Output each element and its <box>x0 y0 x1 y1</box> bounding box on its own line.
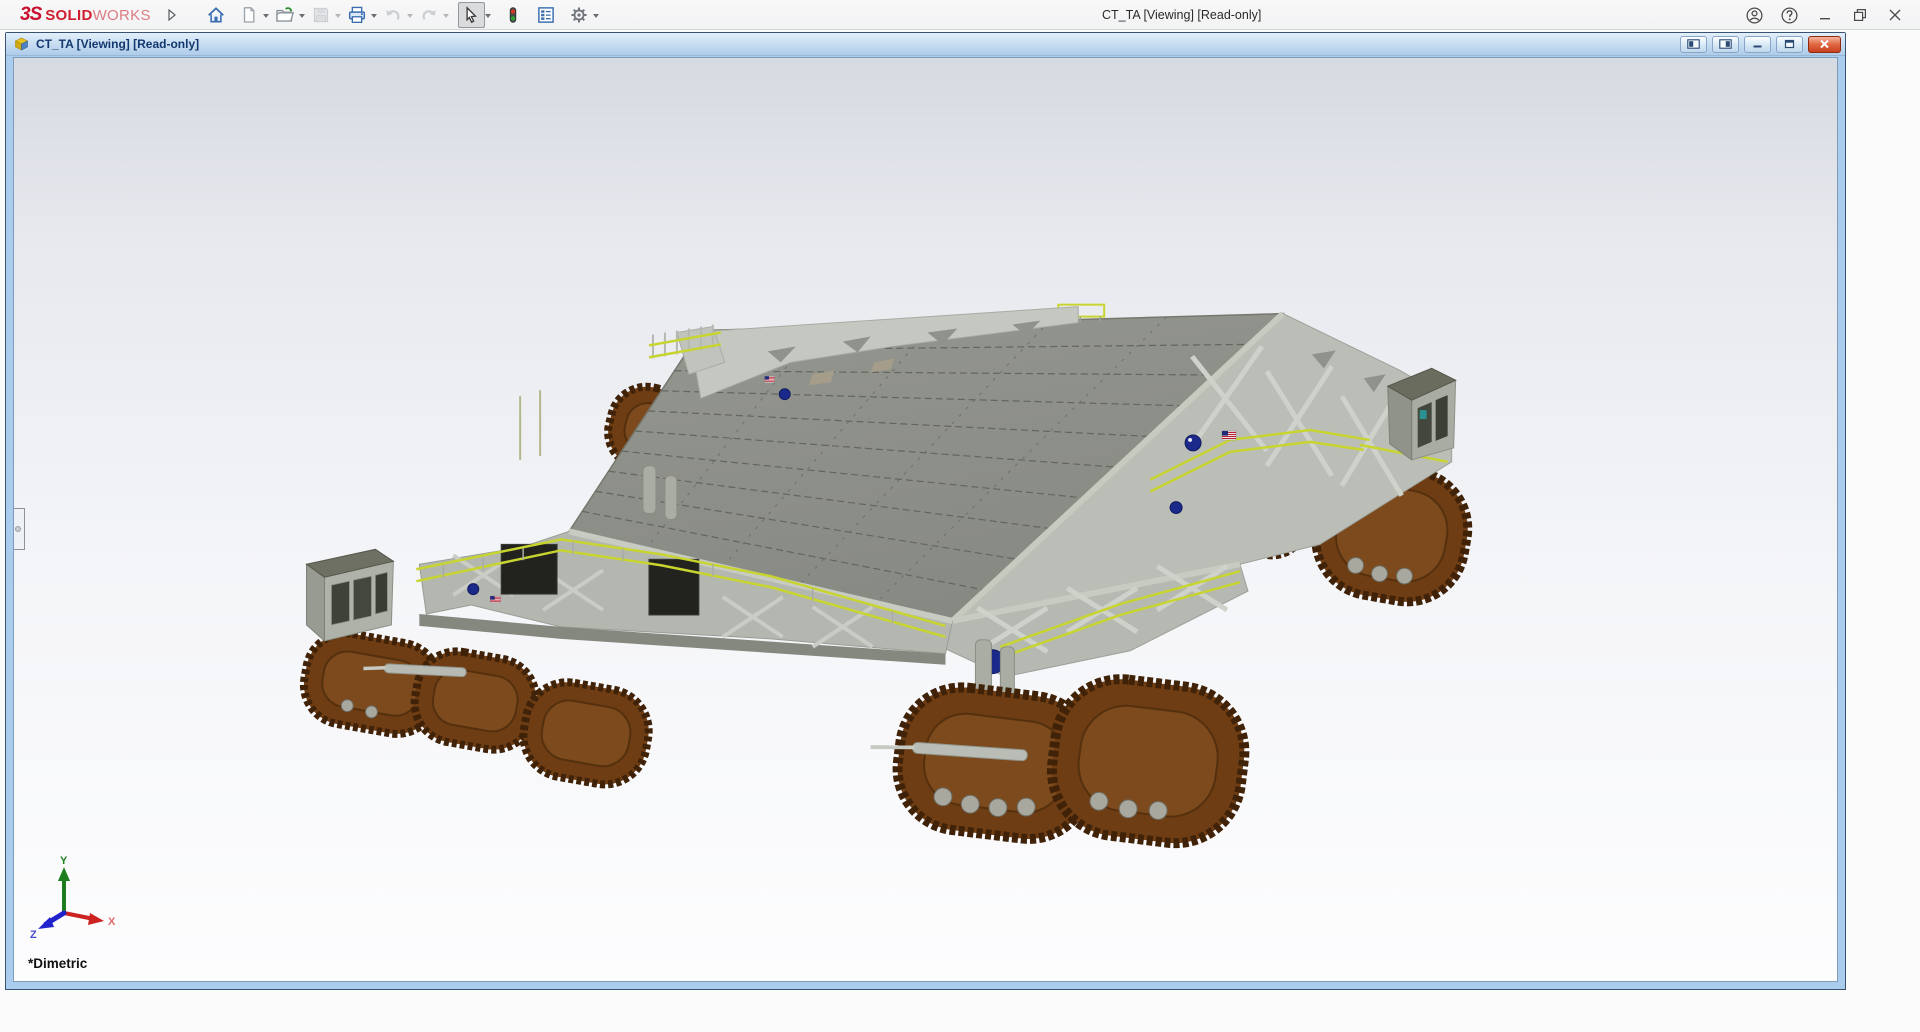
doc-restore-button[interactable] <box>1776 35 1803 53</box>
right-cab <box>1386 367 1457 461</box>
save-button[interactable] <box>308 2 335 28</box>
folder-open-icon <box>276 6 295 22</box>
left-cab <box>305 548 395 642</box>
track-bottom-center <box>870 674 1250 849</box>
restore-button[interactable] <box>1842 0 1877 30</box>
stoplight-icon <box>510 6 517 23</box>
save-dropdown[interactable] <box>334 13 341 21</box>
options-dropdown[interactable] <box>592 13 599 21</box>
triad-y-label: Y <box>60 855 68 867</box>
redo-arrow-icon <box>422 9 436 20</box>
nasa-logo-decal <box>1169 501 1183 515</box>
doc-minimize-button[interactable] <box>1744 35 1771 53</box>
graphics-viewport[interactable]: Y X Z *Dimetric <box>14 58 1837 981</box>
account-button[interactable] <box>1737 0 1772 30</box>
nasa-logo-decal <box>467 583 480 596</box>
gear-icon <box>571 6 587 23</box>
minimize-button[interactable] <box>1807 0 1842 30</box>
app-window-title: CT_TA [Viewing] [Read-only] <box>1102 8 1262 22</box>
new-document-button[interactable] <box>236 2 263 28</box>
triad-x-label: X <box>108 916 116 928</box>
triad-z-label: Z <box>30 929 37 939</box>
crawler-transporter-model <box>299 303 1473 849</box>
home-icon <box>208 6 225 22</box>
close-icon <box>1889 9 1900 21</box>
track-lower-left <box>299 629 653 789</box>
redo-dropdown[interactable] <box>442 13 449 21</box>
mdi-workspace: CT_TA [Viewing] [Read-only] Y X Z *Dimet… <box>0 30 1920 1032</box>
assembly-document-icon <box>14 37 29 51</box>
us-flag-decal <box>764 375 775 383</box>
account-icon <box>1746 6 1763 24</box>
pane-split-left-button[interactable] <box>1680 35 1707 53</box>
help-icon <box>1781 6 1798 24</box>
app-titlebar: 3S SOLID WORKS CT_TA [Viewing] [Read-onl… <box>0 0 1920 30</box>
us-flag-decal <box>1221 430 1237 441</box>
nasa-logo-decal <box>778 388 791 401</box>
doc-restore-icon <box>1784 39 1795 49</box>
floppy-icon <box>314 7 329 22</box>
chevron-right-icon <box>168 8 176 21</box>
select-tool-button[interactable] <box>457 1 485 28</box>
select-tool-dropdown[interactable] <box>484 13 491 21</box>
undo-button[interactable] <box>380 2 407 28</box>
pane-split-left-icon <box>1687 39 1700 49</box>
document-window: CT_TA [Viewing] [Read-only] Y X Z *Dimet… <box>5 32 1846 990</box>
view-orientation-label: *Dimetric <box>28 956 88 971</box>
help-button[interactable] <box>1772 0 1807 30</box>
orientation-triad[interactable]: Y X Z <box>30 855 126 939</box>
menu-flyout-button[interactable] <box>165 5 179 25</box>
document-title: CT_TA [Viewing] [Read-only] <box>36 37 200 51</box>
close-button[interactable] <box>1877 0 1912 30</box>
document-body: Y X Z *Dimetric <box>13 57 1838 982</box>
minimize-icon <box>1819 18 1830 20</box>
home-button[interactable] <box>203 2 230 28</box>
print-button[interactable] <box>344 2 371 28</box>
undo-dropdown[interactable] <box>406 13 413 21</box>
report-icon <box>538 6 555 23</box>
main-toolbar <box>203 1 602 28</box>
report-pane-button[interactable] <box>533 2 560 28</box>
doc-minimize-icon <box>1753 45 1762 48</box>
antenna-masts <box>519 390 542 460</box>
open-button[interactable] <box>272 2 299 28</box>
doc-close-button[interactable] <box>1808 35 1841 53</box>
brand-text-light: WORKS <box>92 6 151 24</box>
printer-icon <box>349 6 366 23</box>
redo-button[interactable] <box>416 2 443 28</box>
pane-handle-dot <box>15 526 21 532</box>
app-window-controls <box>1737 0 1920 30</box>
document-titlebar[interactable]: CT_TA [Viewing] [Read-only] <box>6 33 1845 56</box>
restore-icon <box>1853 8 1866 22</box>
file-new-icon <box>244 6 255 23</box>
cursor-arrow-icon <box>466 5 478 23</box>
open-dropdown[interactable] <box>298 13 305 21</box>
pane-split-right-button[interactable] <box>1712 35 1739 53</box>
new-document-dropdown[interactable] <box>262 13 269 21</box>
options-button[interactable] <box>566 2 593 28</box>
us-flag-decal <box>489 595 502 604</box>
doc-close-icon <box>1820 39 1829 49</box>
nasa-logo-decal <box>1184 434 1202 452</box>
feature-pane-handle[interactable] <box>14 508 25 550</box>
brand-text-bold: SOLID <box>45 6 93 24</box>
stoplight-button[interactable] <box>500 2 527 28</box>
dassault-3ds-logo-mark: 3S <box>20 3 42 25</box>
undo-arrow-icon <box>386 9 400 20</box>
solidworks-logo: 3S SOLID WORKS <box>20 4 151 26</box>
print-dropdown[interactable] <box>370 13 377 21</box>
pane-split-right-icon <box>1719 39 1732 49</box>
